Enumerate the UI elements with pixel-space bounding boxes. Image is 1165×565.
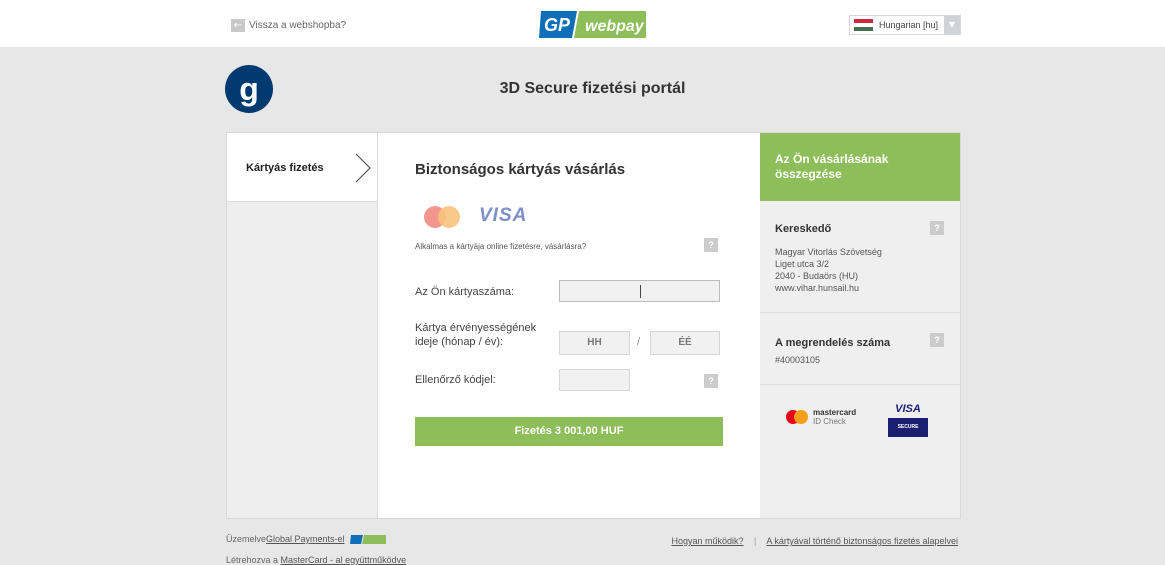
visa-logo: VISA	[479, 205, 528, 226]
card-number-label: Az Ön kártyaszáma:	[415, 286, 515, 298]
merchant-help-icon[interactable]: ?	[930, 221, 944, 235]
created-prefix: Létrehozva a	[226, 555, 281, 565]
gp-webpay-mini-logo	[349, 534, 386, 544]
steps-sidebar: Kártyás fizetés	[227, 133, 378, 518]
form-title: Biztonságos kártyás vásárlás	[415, 161, 626, 178]
order-number-section: A megrendelés száma ? #40003105	[760, 313, 960, 385]
language-value: Hungarian [hu]	[879, 20, 939, 30]
operated-prefix: Üzemelve	[226, 534, 267, 544]
mastercard-link[interactable]: MasterCard - al együttműködve	[281, 555, 407, 565]
card-eligibility-question: Alkalmas a kártyája online fizetésre, vá…	[415, 242, 587, 251]
arrow-left-icon: ←	[231, 19, 245, 32]
order-number-value: #40003105	[775, 355, 821, 365]
footer-links: Hogyan működik? | A kártyával történő bi…	[671, 536, 958, 546]
expiry-year-input[interactable]: ÉÉ	[650, 331, 720, 355]
how-it-works-link[interactable]: Hogyan működik?	[671, 536, 743, 546]
merchant-title: Kereskedő	[775, 223, 832, 235]
payment-form: Biztonságos kártyás vásárlás VISA Alkalm…	[378, 133, 760, 518]
global-payments-link[interactable]: Global Payments-el	[266, 534, 345, 544]
step-label: Kártyás fizetés	[246, 162, 324, 174]
summary-title: Az Ön vásárlásának összegzése	[760, 133, 960, 201]
cvc-label: Ellenőrző kódjel:	[415, 374, 496, 386]
card-number-input[interactable]	[559, 280, 720, 302]
visa-secure-bottom-text: SECURE	[888, 418, 928, 437]
expiry-separator: /	[637, 336, 641, 348]
mastercard-id-check-badge: mastercard ID Check	[786, 408, 856, 426]
footer-operated-by: Üzemelve Global Payments-el	[226, 534, 386, 544]
id-check-brand: mastercard	[813, 408, 857, 417]
language-select[interactable]: Hungarian [hu] ▼	[849, 15, 961, 35]
webpay-logo-text: webpay	[585, 18, 645, 35]
expiry-month-input[interactable]: HH	[559, 331, 630, 355]
hungarian-flag-icon	[854, 19, 873, 31]
page-title: 3D Secure fizetési portál	[499, 80, 686, 97]
merchant-street: Liget utca 3/2	[775, 259, 830, 269]
help-icon[interactable]: ?	[704, 238, 718, 252]
merchant-name: Magyar Vitorlás Szövetség	[775, 247, 882, 257]
chevron-right-icon	[355, 153, 371, 183]
gp-logo-text: GP	[544, 15, 571, 35]
top-bar: ← Vissza a webshopba? GP webpay Hungaria…	[0, 0, 1165, 47]
merchant-city: 2040 - Budaörs (HU)	[775, 271, 859, 281]
cvc-input[interactable]	[559, 369, 630, 391]
order-number-title: A megrendelés száma	[775, 337, 891, 349]
visa-secure-top-text: VISA	[895, 403, 921, 415]
footer-separator: |	[754, 536, 757, 546]
secure-payment-principles-link[interactable]: A kártyával történő biztonságos fizetés …	[766, 536, 958, 546]
id-check-label: ID Check	[813, 417, 846, 426]
step-card-payment: Kártyás fizetés	[227, 133, 377, 202]
footer-created-with: Létrehozva a MasterCard - al együttműköd…	[226, 555, 406, 565]
text-caret	[640, 285, 641, 298]
back-to-shop-link[interactable]: ← Vissza a webshopba?	[231, 19, 346, 32]
mastercard-logo	[424, 206, 460, 228]
back-to-shop-label: Vissza a webshopba?	[249, 20, 347, 31]
order-help-icon[interactable]: ?	[930, 333, 944, 347]
pay-button[interactable]: Fizetés 3 001,00 HUF	[415, 417, 723, 446]
payment-card-panel: Kártyás fizetés Biztonságos kártyás vásá…	[226, 132, 961, 519]
order-summary: Az Ön vásárlásának összegzése Kereskedő …	[760, 133, 960, 518]
mastercard-circles-icon	[786, 410, 808, 424]
merchant-section: Kereskedő ? Magyar Vitorlás Szövetség Li…	[760, 201, 960, 313]
gp-webpay-logo: GP webpay	[539, 11, 646, 38]
chevron-down-icon[interactable]: ▼	[944, 16, 960, 34]
cvc-help-icon[interactable]: ?	[704, 374, 718, 388]
visa-secure-badge: VISA SECURE	[888, 401, 928, 439]
expiry-label: Kártya érvényességének ideje (hónap / év…	[415, 322, 537, 348]
merchant-website: www.vihar.hunsail.hu	[775, 283, 860, 293]
